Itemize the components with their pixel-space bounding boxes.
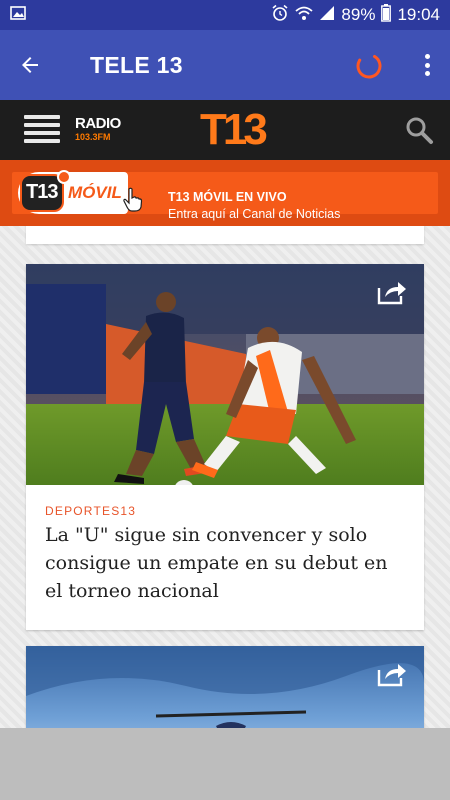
dot-icon xyxy=(424,62,430,68)
menu-line xyxy=(24,123,60,127)
t13-movil-logo: T13 xyxy=(20,170,71,212)
radio-link[interactable]: RADIO 103.3FM xyxy=(75,116,121,142)
clock: 19:04 xyxy=(397,5,440,24)
movil-badge: T13 MÓVIL xyxy=(18,170,128,214)
previous-card-bottom[interactable] xyxy=(26,226,424,244)
helicopter-sky-photo xyxy=(26,646,424,728)
article-title[interactable]: La "U" sigue sin convencer y solo consig… xyxy=(45,521,410,605)
article-image[interactable] xyxy=(26,264,424,485)
loading-spinner-icon xyxy=(356,53,382,79)
movil-logo-text: T13 xyxy=(26,181,58,203)
t13-logo[interactable]: T13 xyxy=(200,100,270,150)
radio-label: RADIO xyxy=(75,115,121,132)
article-card[interactable]: DEPORTES13 La "U" sigue sin convencer y … xyxy=(26,264,424,630)
more-options-button[interactable] xyxy=(420,50,434,80)
back-button[interactable] xyxy=(0,30,60,100)
news-feed[interactable]: DEPORTES13 La "U" sigue sin convencer y … xyxy=(0,226,450,728)
site-header: RADIO 103.3FM T13 xyxy=(0,100,450,160)
live-banner[interactable]: T13 MÓVIL T13 MÓVIL EN VIVO Entra aquí a… xyxy=(0,160,450,226)
status-bar: 89% 19:04 xyxy=(0,0,450,30)
app-bar: TELE 13 xyxy=(0,30,450,100)
article-image[interactable] xyxy=(26,646,424,728)
banner-subtitle: Entra aquí al Canal de Noticias xyxy=(168,207,341,221)
radio-frequency: 103.3FM xyxy=(75,132,111,142)
alarm-icon xyxy=(271,4,289,27)
notification-dot-icon xyxy=(57,170,71,184)
app-title: TELE 13 xyxy=(90,51,183,78)
menu-line xyxy=(24,115,60,119)
live-banner-inner[interactable]: T13 MÓVIL T13 MÓVIL EN VIVO Entra aquí a… xyxy=(12,170,438,221)
article-card[interactable] xyxy=(26,646,424,728)
menu-button[interactable] xyxy=(24,115,60,143)
wifi-icon xyxy=(295,5,314,26)
arrow-left-icon xyxy=(22,57,38,73)
movil-word: MÓVIL xyxy=(68,183,122,202)
battery-percentage: 89% xyxy=(341,5,376,24)
bottom-bar xyxy=(0,728,450,800)
share-icon[interactable] xyxy=(376,660,408,688)
menu-line xyxy=(24,131,60,135)
banner-title: T13 MÓVIL EN VIVO xyxy=(168,190,287,204)
soccer-match-photo xyxy=(26,264,424,485)
signal-icon xyxy=(319,5,335,26)
menu-line xyxy=(24,139,60,143)
dot-icon xyxy=(424,71,430,76)
battery-icon xyxy=(381,3,392,27)
share-icon[interactable] xyxy=(376,278,408,306)
t13-logo-text: T13 xyxy=(200,105,266,150)
image-icon xyxy=(10,5,26,26)
search-icon[interactable] xyxy=(404,115,434,145)
dot-icon xyxy=(424,54,430,59)
pointer-hand-icon xyxy=(123,187,143,212)
article-category[interactable]: DEPORTES13 xyxy=(45,504,136,518)
